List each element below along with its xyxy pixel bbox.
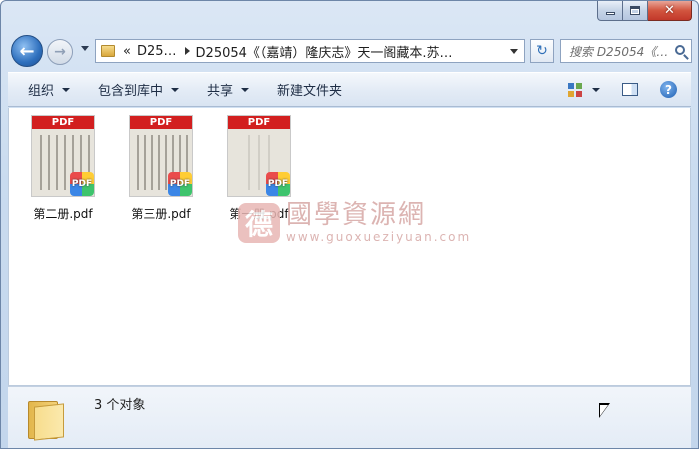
chevron-down-icon	[62, 87, 71, 92]
minimize-button[interactable]	[597, 1, 623, 21]
help-glyph: ?	[665, 82, 672, 97]
folder-icon	[28, 397, 66, 441]
search-box[interactable]: 搜索 D25054《…	[560, 39, 692, 63]
pdf-thumbnail: PDF PDF	[129, 115, 193, 197]
organize-menu[interactable]: 组织	[8, 73, 80, 106]
explorer-window: ✕ ← → « D25… D25054《（嘉靖）隆庆志》天一阁藏本.苏… ↻ 搜…	[0, 0, 699, 449]
file-item[interactable]: PDF PDF 第二册.pdf	[23, 115, 103, 222]
pdf-app-icon: PDF	[266, 172, 290, 196]
share-menu[interactable]: 共享	[197, 73, 259, 106]
pdf-thumbnail: PDF PDF	[227, 115, 291, 197]
file-list-pane[interactable]: PDF PDF 第二册.pdf PDF PDF 第三册.pdf PDF PDF …	[8, 108, 691, 386]
help-icon[interactable]: ?	[660, 81, 677, 98]
view-dropdown-icon[interactable]	[592, 87, 600, 92]
item-count: 3 个对象	[94, 398, 146, 413]
folder-icon	[101, 45, 115, 57]
search-icon[interactable]	[675, 45, 685, 55]
change-view-icon[interactable]	[568, 82, 582, 97]
watermark-seal: 德	[238, 202, 280, 243]
maximize-icon	[630, 6, 640, 15]
refresh-button[interactable]: ↻	[530, 39, 554, 63]
chevron-down-icon	[241, 87, 250, 92]
address-bar[interactable]: « D25… D25054《（嘉靖）隆庆志》天一阁藏本.苏…	[95, 39, 525, 63]
pdf-app-icon: PDF	[168, 172, 192, 196]
watermark: 德 國學資源網 www.guoxueziyuan.com	[238, 201, 471, 244]
close-button[interactable]: ✕	[648, 1, 692, 21]
watermark-text: 國學資源網 www.guoxueziyuan.com	[286, 201, 471, 244]
include-in-library-menu[interactable]: 包含到库中	[88, 73, 189, 106]
pdf-header: PDF	[32, 116, 94, 129]
maximize-button[interactable]	[623, 1, 648, 21]
details-pane: 3 个对象	[8, 386, 691, 448]
include-library-label: 包含到库中	[98, 84, 164, 99]
address-dropdown-icon[interactable]	[510, 49, 518, 54]
navigation-bar: ← → « D25… D25054《（嘉靖）隆庆志》天一阁藏本.苏… ↻ 搜索 …	[9, 31, 692, 71]
watermark-title: 國學資源網	[286, 200, 427, 230]
new-folder-button[interactable]: 新建文件夹	[267, 73, 352, 106]
caption-buttons: ✕	[597, 1, 692, 21]
chevron-down-icon	[171, 87, 180, 92]
pdf-header: PDF	[228, 116, 290, 129]
file-name[interactable]: 第三册.pdf	[131, 205, 190, 222]
refresh-icon: ↻	[536, 43, 548, 59]
recent-pages-dropdown[interactable]	[81, 46, 89, 51]
breadcrumb-segment[interactable]: D25…	[137, 44, 177, 59]
command-bar: 组织 包含到库中 共享 新建文件夹 ?	[8, 72, 691, 107]
close-icon: ✕	[664, 3, 675, 18]
file-name[interactable]: 第二册.pdf	[33, 205, 92, 222]
pdf-header: PDF	[130, 116, 192, 129]
file-item[interactable]: PDF PDF 第三册.pdf	[121, 115, 201, 222]
watermark-url: www.guoxueziyuan.com	[286, 230, 472, 244]
breadcrumb-segment-current[interactable]: D25054《（嘉靖）隆庆志》天一阁藏本.苏…	[196, 42, 453, 61]
search-input[interactable]: 搜索 D25054《…	[561, 43, 669, 60]
new-folder-label: 新建文件夹	[277, 84, 343, 99]
back-arrow-icon: ←	[19, 40, 35, 62]
view-controls: ?	[568, 73, 691, 106]
forward-button[interactable]: →	[47, 39, 73, 65]
breadcrumb-separator-icon[interactable]	[184, 47, 190, 55]
back-button[interactable]: ←	[11, 35, 43, 67]
pdf-thumbnail: PDF PDF	[31, 115, 95, 197]
forward-arrow-icon: →	[54, 44, 66, 60]
share-label: 共享	[207, 84, 234, 99]
pdf-app-icon: PDF	[70, 172, 94, 196]
preview-pane-icon[interactable]	[622, 83, 638, 96]
address-overflow[interactable]: «	[123, 44, 131, 59]
minimize-icon	[605, 12, 615, 15]
organize-label: 组织	[28, 84, 55, 99]
